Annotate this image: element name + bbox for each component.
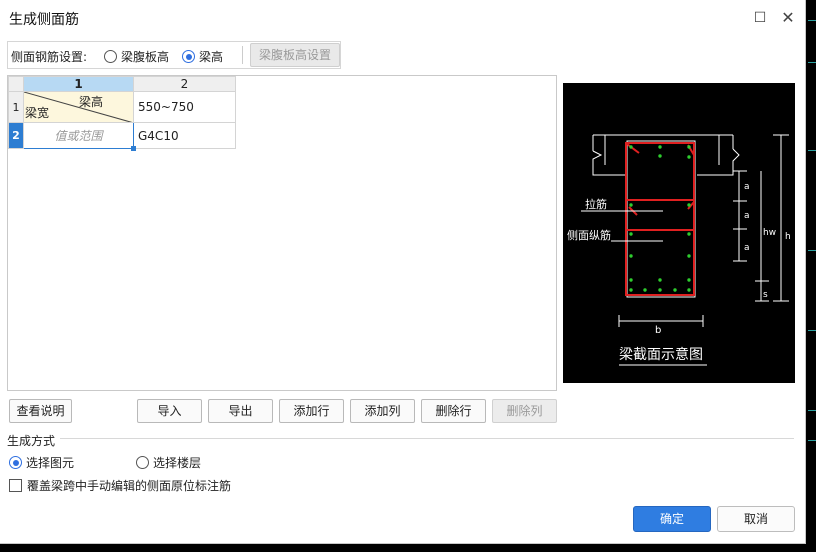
- radio-beam-height[interactable]: 梁高: [182, 48, 223, 65]
- column-header[interactable]: 2: [133, 76, 236, 92]
- radio-icon: [136, 456, 149, 469]
- radio-select-floor-label: 选择楼层: [153, 456, 202, 470]
- rebar-grid: 1 2 1 梁高 梁宽 550~750 2 值或范围 G4C10: [7, 75, 557, 391]
- checkbox-icon: [9, 479, 22, 492]
- cancel-button[interactable]: 取消: [717, 506, 795, 532]
- radio-select-element-label: 选择图元: [26, 456, 75, 470]
- side-rebar-setting-group: 侧面钢筋设置: 梁腹板高 梁高 梁腹板高设置: [7, 41, 341, 69]
- generate-mode-title: 生成方式: [7, 434, 56, 448]
- side-rebar-setting-label: 侧面钢筋设置:: [11, 50, 88, 64]
- radio-icon: [104, 50, 117, 63]
- dim-b: b: [655, 325, 661, 336]
- table-cell[interactable]: 550~750: [133, 91, 236, 123]
- column-header[interactable]: 1: [23, 76, 134, 92]
- dim-h: h: [785, 232, 791, 242]
- import-button[interactable]: 导入: [137, 399, 202, 423]
- maximize-icon[interactable]: ☐: [750, 8, 770, 28]
- delete-column-button[interactable]: 删除列: [492, 399, 557, 423]
- override-checkbox-label: 覆盖梁跨中手动编辑的侧面原位标注筋: [27, 479, 232, 493]
- tie-label: 拉筋: [585, 197, 607, 211]
- header-beam-width: 梁宽: [25, 106, 50, 120]
- export-button[interactable]: 导出: [208, 399, 273, 423]
- dialog-title: 生成侧面筋: [9, 12, 79, 28]
- add-column-button[interactable]: 添加列: [350, 399, 415, 423]
- title-bar[interactable]: 生成侧面筋 ☐ ✕: [0, 0, 806, 36]
- beam-section-diagram: 拉筋 侧面纵筋 a a a hw s h b 梁截面示意图: [563, 83, 795, 383]
- background-strip: [0, 544, 816, 552]
- divider: [242, 46, 243, 64]
- radio-beam-height-label: 梁高: [199, 50, 224, 64]
- beam-section-drawing: 拉筋 侧面纵筋 a a a hw s h b 梁截面示意图: [567, 134, 791, 366]
- grid-corner[interactable]: [8, 76, 24, 92]
- override-checkbox[interactable]: 覆盖梁跨中手动编辑的侧面原位标注筋: [9, 477, 231, 494]
- row-header[interactable]: 2: [8, 122, 24, 149]
- dim-a: a: [744, 211, 750, 221]
- active-cell-input[interactable]: 值或范围: [23, 122, 137, 152]
- radio-selected-icon: [182, 50, 195, 63]
- diagonal-header-cell[interactable]: 梁高 梁宽: [23, 91, 134, 123]
- radio-select-element[interactable]: 选择图元: [9, 454, 74, 471]
- row-header[interactable]: 1: [8, 91, 24, 123]
- radio-web-height[interactable]: 梁腹板高: [104, 48, 169, 65]
- ok-button[interactable]: 确定: [633, 506, 711, 532]
- radio-web-height-label: 梁腹板高: [121, 50, 170, 64]
- dim-s: s: [763, 290, 768, 300]
- side-bar-label: 侧面纵筋: [567, 228, 611, 242]
- add-row-button[interactable]: 添加行: [279, 399, 344, 423]
- background-window: [806, 0, 816, 552]
- rebar-table: 1 2 1 梁高 梁宽 550~750 2 值或范围 G4C10: [8, 76, 236, 152]
- section-divider: [60, 438, 794, 439]
- header-beam-height: 梁高: [78, 95, 103, 109]
- radio-select-floor[interactable]: 选择楼层: [136, 454, 201, 471]
- diagram-caption: 梁截面示意图: [619, 346, 703, 363]
- radio-selected-icon: [9, 456, 22, 469]
- view-help-button[interactable]: 查看说明: [9, 399, 72, 423]
- table-cell[interactable]: G4C10: [133, 122, 236, 149]
- dim-a: a: [744, 182, 750, 192]
- dim-hw: hw: [763, 228, 776, 238]
- generate-side-rebar-dialog: 生成侧面筋 ☐ ✕ 侧面钢筋设置: 梁腹板高 梁高 梁腹板高设置 1 2 1 梁…: [0, 0, 806, 544]
- web-height-setting-button[interactable]: 梁腹板高设置: [250, 43, 340, 67]
- close-icon[interactable]: ✕: [778, 8, 798, 28]
- dim-a: a: [744, 243, 750, 253]
- delete-row-button[interactable]: 删除行: [421, 399, 486, 423]
